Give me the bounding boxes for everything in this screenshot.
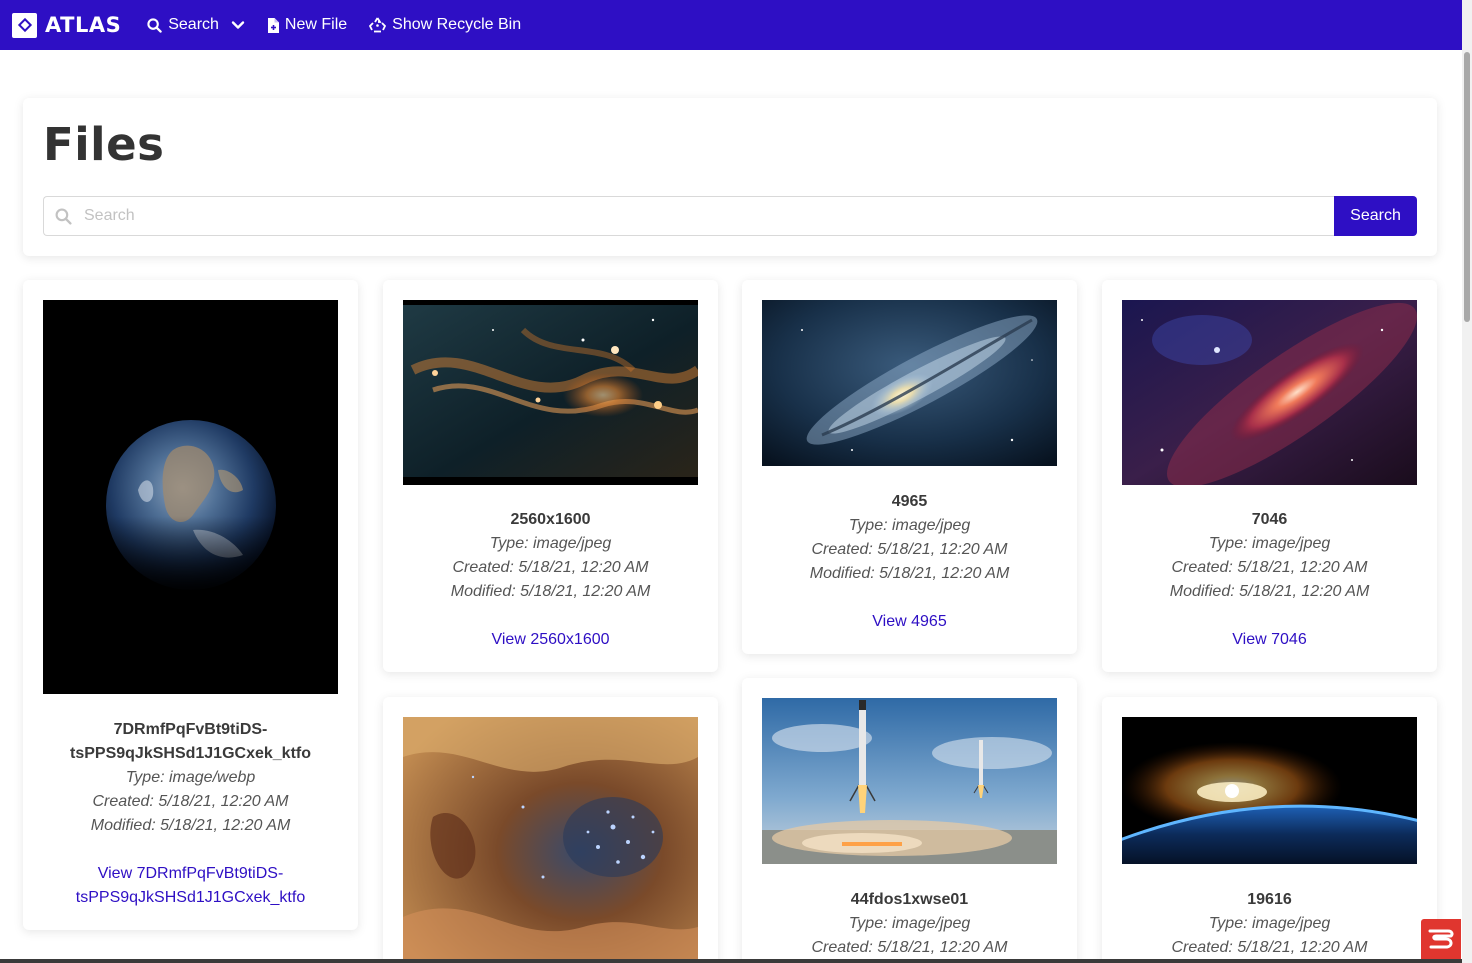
file-created: Created: 5/18/21, 12:20 AM [92, 793, 289, 810]
file-thumbnail[interactable] [1122, 717, 1417, 864]
file-type: Type: image/jpeg [848, 915, 971, 932]
file-type: Type: image/jpeg [1208, 915, 1331, 932]
brand-name: ATLAS [45, 13, 122, 37]
file-card: 19616 Type: image/jpeg Created: 5/18/21,… [1102, 697, 1437, 963]
file-info: 19616 Type: image/jpeg Created: 5/18/21,… [1102, 888, 1437, 960]
file-modified: Modified: 5/18/21, 12:20 AM [90, 817, 291, 834]
file-card [383, 697, 718, 963]
search-icon [55, 208, 72, 225]
file-modified: Modified: 5/18/21, 12:20 AM [450, 583, 651, 600]
file-created: Created: 5/18/21, 12:20 AM [452, 559, 649, 576]
file-type: Type: image/jpeg [848, 517, 971, 534]
files-header-card: Files Search [23, 98, 1437, 256]
file-card: 7046 Type: image/jpeg Created: 5/18/21, … [1102, 280, 1437, 672]
file-type: Type: image/jpeg [1208, 535, 1331, 552]
recycle-icon [369, 17, 387, 33]
file-name: 7046 [1251, 511, 1288, 528]
file-type: Type: image/webp [125, 769, 256, 786]
files-search-input[interactable] [84, 207, 1284, 225]
view-file-link[interactable]: View 4965 [742, 610, 1077, 634]
file-thumbnail[interactable] [403, 300, 698, 485]
help-widget-badge[interactable] [1421, 919, 1461, 959]
top-navbar: ATLAS Search New File Show Recycle Bin [0, 0, 1462, 50]
file-name: 2560x1600 [510, 511, 591, 528]
chevron-down-icon [231, 21, 245, 29]
file-card: 2560x1600 Type: image/jpeg Created: 5/18… [383, 280, 718, 672]
file-created: Created: 5/18/21, 12:20 AM [811, 939, 1008, 956]
nav-recycle-label: Show Recycle Bin [392, 16, 522, 33]
nav-search-dropdown[interactable]: Search [147, 16, 245, 34]
file-created: Created: 5/18/21, 12:20 AM [1171, 939, 1368, 956]
file-name: 44fdos1xwse01 [850, 891, 969, 908]
new-file-icon [267, 17, 279, 33]
file-name-continued: tsPPS9qJkSHSd1J1GCxek_ktfo [70, 745, 311, 762]
file-card: 4965 Type: image/jpeg Created: 5/18/21, … [742, 280, 1077, 654]
search-icon [147, 17, 162, 33]
file-info: 2560x1600 Type: image/jpeg Created: 5/18… [383, 508, 718, 652]
file-thumbnail[interactable] [1122, 300, 1417, 485]
nav-new-file-label: New File [284, 16, 348, 33]
page-title: Files [43, 118, 165, 171]
file-thumbnail[interactable] [762, 300, 1057, 466]
file-created: Created: 5/18/21, 12:20 AM [811, 541, 1008, 558]
scrollbar-thumb[interactable] [1464, 52, 1470, 322]
nav-search-label: Search [168, 16, 219, 33]
horizontal-scroll-edge [0, 959, 1462, 963]
file-info: 7046 Type: image/jpeg Created: 5/18/21, … [1102, 508, 1437, 652]
file-modified: Modified: 5/18/21, 12:20 AM [1169, 583, 1370, 600]
file-type: Type: image/jpeg [489, 535, 612, 552]
file-name: 4965 [891, 493, 928, 510]
star-cluster-image [403, 717, 698, 962]
chat-widget-icon [1428, 929, 1454, 949]
nav-new-file[interactable]: New File [267, 16, 347, 34]
file-card: 7DRmfPqFvBt9tiDS- tsPPS9qJkSHSd1J1GCxek_… [23, 280, 358, 930]
search-button[interactable]: Search [1334, 196, 1417, 236]
file-thumbnail[interactable] [403, 717, 698, 962]
earth-icon [103, 420, 283, 595]
file-info: 4965 Type: image/jpeg Created: 5/18/21, … [742, 490, 1077, 634]
view-link-line2: tsPPS9qJkSHSd1J1GCxek_ktfo [75, 889, 306, 906]
file-name: 19616 [1247, 891, 1292, 908]
earth-horizon-image [1122, 717, 1417, 864]
file-info: 44fdos1xwse01 Type: image/jpeg Created: … [742, 888, 1077, 960]
view-file-link[interactable]: View 2560x1600 [383, 628, 718, 652]
view-file-link[interactable]: View 7DRmfPqFvBt9tiDS-tsPPS9qJkSHSd1J1GC… [23, 862, 358, 910]
file-modified: Modified: 5/18/21, 12:20 AM [809, 565, 1010, 582]
file-card: 44fdos1xwse01 Type: image/jpeg Created: … [742, 678, 1077, 963]
vertical-scrollbar[interactable] [1462, 0, 1472, 963]
nav-show-recycle-bin[interactable]: Show Recycle Bin [369, 16, 521, 34]
file-created: Created: 5/18/21, 12:20 AM [1171, 559, 1368, 576]
view-file-link[interactable]: View 7046 [1102, 628, 1437, 652]
brand-logo[interactable]: ATLAS [12, 12, 122, 38]
file-thumbnail[interactable] [762, 698, 1057, 864]
file-info: 7DRmfPqFvBt9tiDS- tsPPS9qJkSHSd1J1GCxek_… [23, 718, 358, 910]
view-link-line1: View 7DRmfPqFvBt9tiDS- [97, 865, 284, 882]
space-image [1122, 300, 1417, 485]
rocket-landing-image [762, 698, 1057, 864]
galaxy-image [762, 300, 1057, 466]
search-field-wrapper [43, 196, 1335, 236]
nebula-image [403, 300, 698, 485]
atlas-logo-icon [12, 12, 37, 38]
file-thumbnail[interactable] [43, 300, 338, 694]
file-name: 7DRmfPqFvBt9tiDS- [113, 721, 268, 738]
